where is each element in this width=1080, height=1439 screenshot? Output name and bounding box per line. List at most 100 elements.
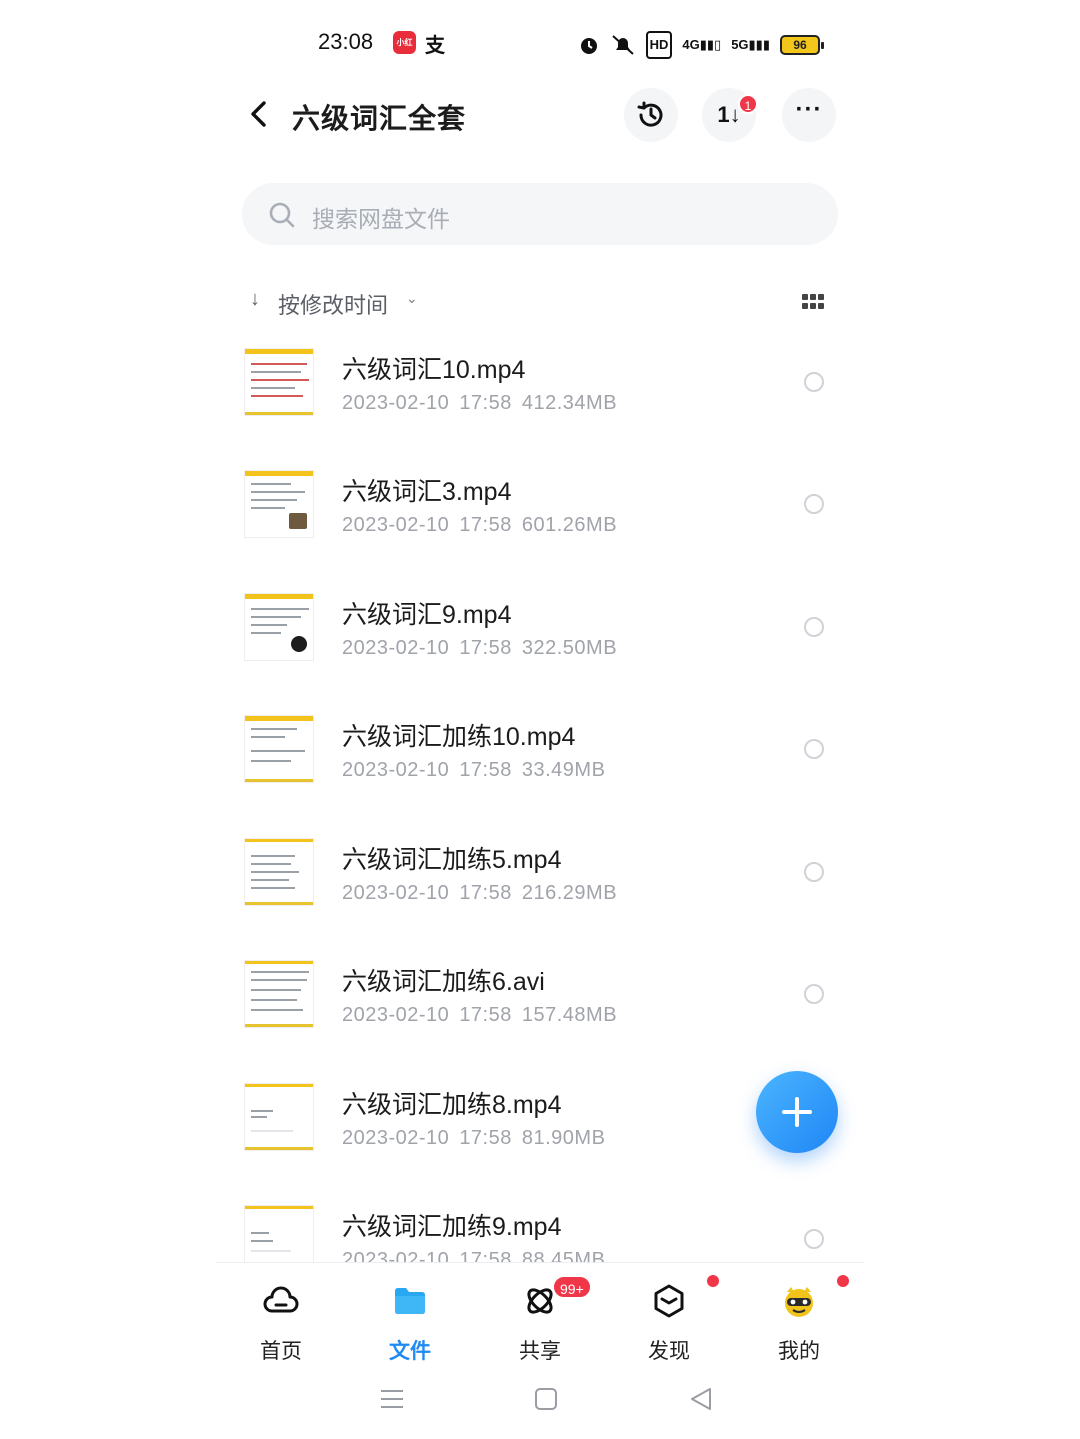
video-thumbnail	[244, 1083, 314, 1151]
file-date: 2023-02-10	[342, 514, 450, 536]
header: 六级词汇全套 1↓ 1 ···	[216, 86, 864, 144]
file-date: 2023-02-10	[342, 392, 450, 414]
file-row[interactable]: 六级词汇3.mp4 2023-02-10 17:58 601.26MB	[216, 452, 864, 574]
file-time: 17:58	[459, 392, 512, 414]
select-checkbox[interactable]	[804, 739, 824, 759]
file-row[interactable]: 六级词汇加练9.mp4 2023-02-10 17:58 88.45MB	[216, 1187, 864, 1262]
nav-label: 文件	[389, 1340, 431, 1363]
history-button[interactable]	[624, 88, 678, 142]
file-size: 88.45MB	[521, 1249, 606, 1262]
file-date: 2023-02-10	[342, 759, 450, 781]
file-size: 33.49MB	[521, 759, 606, 781]
mute-bell-icon	[611, 35, 634, 55]
grid-dot	[802, 294, 808, 300]
file-size: 81.90MB	[521, 1127, 606, 1149]
chevron-left-icon	[251, 101, 266, 127]
select-checkbox[interactable]	[804, 862, 824, 882]
cloud-icon	[263, 1286, 299, 1313]
video-thumbnail	[244, 593, 314, 661]
back-button[interactable]	[242, 96, 278, 132]
video-thumbnail	[244, 470, 314, 538]
file-row[interactable]: 六级词汇加练10.mp4 2023-02-10 17:58 33.49MB	[216, 697, 864, 819]
file-size: 322.50MB	[521, 637, 618, 659]
menu-icon[interactable]	[379, 1386, 405, 1412]
chevron-down-icon[interactable]: ⌄	[406, 290, 418, 307]
grid-dot	[802, 303, 808, 309]
sort-arrow-icon: ↓	[250, 288, 260, 310]
grid-dot	[818, 303, 824, 309]
file-name: 六级词汇加练8.mp4	[342, 1091, 562, 1119]
file-name: 六级词汇加练6.avi	[342, 968, 545, 996]
file-row[interactable]: 六级词汇加练5.mp4 2023-02-10 17:58 216.29MB	[216, 820, 864, 942]
file-meta: 2023-02-10 17:58 81.90MB	[342, 1127, 615, 1150]
status-time: 23:08	[318, 29, 374, 54]
more-button[interactable]: ···	[782, 88, 836, 142]
nav-share[interactable]: 99+ 共享	[490, 1275, 592, 1369]
xiaohongshu-app-icon: 小红书	[393, 31, 416, 70]
grid-dot	[810, 303, 816, 309]
file-date: 2023-02-10	[342, 637, 450, 659]
file-size: 601.26MB	[521, 514, 618, 536]
file-meta: 2023-02-10 17:58 216.29MB	[342, 882, 627, 905]
discover-icon	[654, 1284, 684, 1318]
network-4g-label: 4G	[682, 37, 700, 52]
file-row[interactable]: 六级词汇10.mp4 2023-02-10 17:58 412.34MB	[216, 330, 864, 452]
nav-home[interactable]: 首页	[231, 1277, 331, 1369]
grid-view-toggle[interactable]	[802, 294, 824, 310]
file-date: 2023-02-10	[342, 1004, 450, 1026]
file-time: 17:58	[459, 759, 512, 781]
signal-4g-icon: 4G▮▮▯	[682, 37, 722, 52]
nav-files[interactable]: 文件	[360, 1277, 460, 1369]
search-bar[interactable]: 搜索网盘文件	[242, 183, 838, 245]
select-checkbox[interactable]	[804, 494, 824, 514]
status-bar: 23:08 小红书 支 HD 4G▮▮▯ 5G▮▮▮ 96	[216, 22, 864, 70]
more-icon: ···	[795, 96, 823, 123]
file-time: 17:58	[459, 514, 512, 536]
file-name: 六级词汇加练10.mp4	[342, 723, 576, 751]
nav-mine[interactable]: 我的	[749, 1275, 849, 1369]
file-meta: 2023-02-10 17:58 412.34MB	[342, 392, 627, 415]
plus-icon	[782, 1097, 812, 1127]
select-checkbox[interactable]	[804, 1229, 824, 1249]
nav-label: 发现	[648, 1340, 690, 1363]
grid-dot	[810, 294, 816, 300]
sort-dropdown[interactable]: 按修改时间	[278, 288, 388, 320]
mine-red-dot	[837, 1275, 849, 1287]
page-title: 六级词汇全套	[292, 103, 467, 134]
select-checkbox[interactable]	[804, 617, 824, 637]
file-meta: 2023-02-10 17:58 601.26MB	[342, 514, 627, 537]
file-time: 17:58	[459, 882, 512, 904]
back-triangle-icon[interactable]	[689, 1386, 713, 1412]
file-date: 2023-02-10	[342, 1249, 450, 1262]
bottom-nav: 首页 文件 99+ 共享 发现 我的	[216, 1262, 864, 1374]
phone-screen: 23:08 小红书 支 HD 4G▮▮▯ 5G▮▮▮ 96 六级词汇全套 1↓ …	[216, 0, 864, 1439]
file-name: 六级词汇加练9.mp4	[342, 1213, 562, 1241]
select-checkbox[interactable]	[804, 984, 824, 1004]
file-size: 216.29MB	[521, 882, 618, 904]
file-name: 六级词汇3.mp4	[342, 478, 512, 506]
search-icon	[269, 202, 295, 228]
add-button[interactable]	[756, 1071, 838, 1153]
file-name: 六级词汇10.mp4	[342, 356, 526, 384]
transfer-icon: 1↓	[717, 102, 741, 127]
video-thumbnail	[244, 960, 314, 1028]
share-badge: 99+	[552, 1275, 592, 1299]
home-square-icon[interactable]	[534, 1386, 558, 1412]
file-row[interactable]: 六级词汇加练6.avi 2023-02-10 17:58 157.48MB	[216, 942, 864, 1064]
file-size: 412.34MB	[521, 392, 618, 414]
search-placeholder: 搜索网盘文件	[312, 206, 450, 232]
file-time: 17:58	[459, 1127, 512, 1149]
file-row[interactable]: 六级词汇9.mp4 2023-02-10 17:58 322.50MB	[216, 575, 864, 697]
file-date: 2023-02-10	[342, 1127, 450, 1149]
folder-icon	[395, 1288, 425, 1314]
nav-discover[interactable]: 发现	[619, 1275, 719, 1369]
file-date: 2023-02-10	[342, 882, 450, 904]
alarm-icon	[580, 38, 597, 54]
file-meta: 2023-02-10 17:58 157.48MB	[342, 1004, 627, 1027]
file-meta: 2023-02-10 17:58 88.45MB	[342, 1249, 615, 1262]
select-checkbox[interactable]	[804, 372, 824, 392]
video-thumbnail	[244, 348, 314, 416]
file-size: 157.48MB	[521, 1004, 618, 1026]
file-time: 17:58	[459, 1249, 512, 1262]
nav-label: 首页	[260, 1340, 302, 1363]
